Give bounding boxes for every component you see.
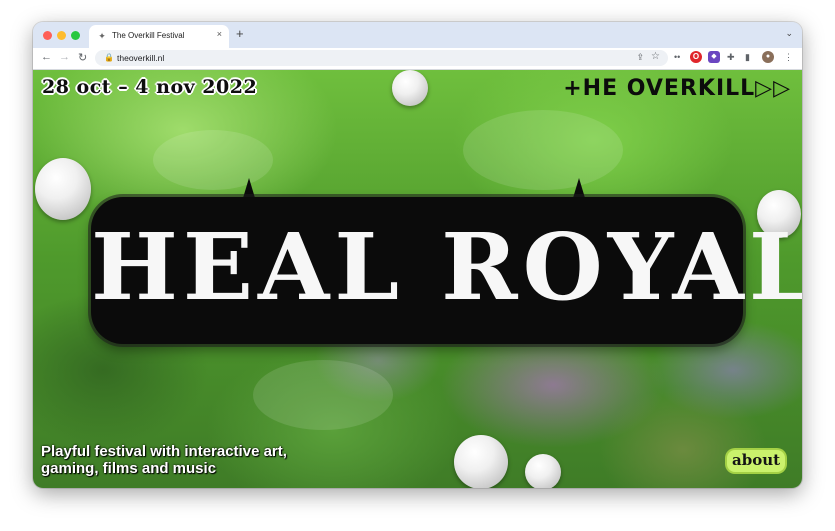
opera-extension-icon[interactable]: O bbox=[690, 51, 702, 63]
forward-icon[interactable]: → bbox=[59, 51, 70, 63]
white-ball bbox=[392, 70, 428, 106]
about-button[interactable]: about bbox=[727, 450, 786, 472]
extension-badge-icon[interactable]: ◆ bbox=[708, 51, 720, 63]
festival-tagline: Playful festival with interactive art, g… bbox=[41, 443, 287, 477]
profile-avatar[interactable]: ● bbox=[762, 51, 774, 63]
url-text[interactable]: theoverkill.nl bbox=[117, 53, 164, 63]
white-ball bbox=[454, 435, 508, 488]
share-icon[interactable]: ⇪ bbox=[636, 52, 644, 63]
page-hero: 28 oct – 4 nov 2022 +HE OVERKILL▷▷ HEAL … bbox=[33, 70, 802, 488]
close-window-button[interactable] bbox=[43, 31, 52, 40]
back-icon[interactable]: ← bbox=[41, 51, 52, 63]
white-ball bbox=[35, 158, 91, 220]
new-tab-button[interactable]: + bbox=[236, 26, 244, 41]
browser-window: ✦ The Overkill Festival × + ⌄ ← → ↻ 🔒 th… bbox=[33, 22, 802, 488]
tab-overkill[interactable]: ✦ The Overkill Festival × bbox=[89, 25, 229, 48]
minimize-window-button[interactable] bbox=[57, 31, 66, 40]
lock-icon[interactable]: 🔒 bbox=[104, 53, 114, 62]
maximize-window-button[interactable] bbox=[71, 31, 80, 40]
festival-dates: 28 oct – 4 nov 2022 bbox=[42, 76, 258, 98]
texture-blob bbox=[253, 360, 393, 430]
hero-title: HEAL ROYALE bbox=[91, 213, 802, 321]
tab-title: The Overkill Festival bbox=[112, 31, 185, 40]
white-ball bbox=[525, 454, 561, 488]
extension-dots-icon[interactable]: •• bbox=[674, 51, 680, 63]
reload-icon[interactable]: ↻ bbox=[78, 51, 87, 64]
extensions-icon[interactable]: ✚ bbox=[727, 51, 735, 63]
menu-icon[interactable]: ⋮ bbox=[784, 51, 793, 63]
title-spike bbox=[243, 178, 255, 198]
browser-toolbar: ← → ↻ 🔒 theoverkill.nl ⇪ ☆ •• O ◆ ✚ ▮ ● … bbox=[33, 48, 802, 70]
overkill-logo[interactable]: +HE OVERKILL▷▷ bbox=[563, 76, 791, 101]
tab-search-icon[interactable]: ⌄ bbox=[785, 28, 793, 39]
favicon-icon: ✦ bbox=[98, 31, 106, 41]
tab-close-icon[interactable]: × bbox=[217, 29, 222, 39]
title-spike bbox=[573, 178, 585, 198]
texture-blob bbox=[463, 110, 623, 190]
side-panel-icon[interactable]: ▮ bbox=[745, 51, 750, 63]
bookmark-star-icon[interactable]: ☆ bbox=[651, 51, 660, 62]
tab-bar: ✦ The Overkill Festival × + ⌄ bbox=[33, 22, 802, 48]
texture-blob bbox=[153, 130, 273, 190]
address-bar[interactable]: 🔒 theoverkill.nl ⇪ ☆ bbox=[95, 50, 668, 66]
